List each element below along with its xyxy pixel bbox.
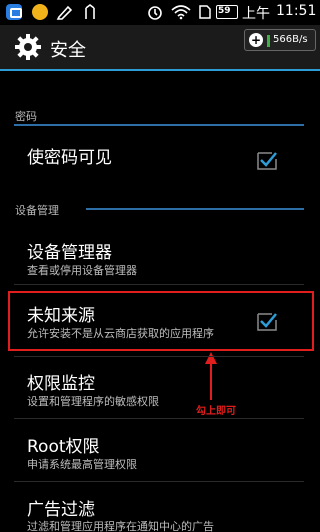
gear-icon[interactable]: [14, 33, 42, 61]
wifi-icon: [171, 5, 191, 20]
divider: [14, 356, 304, 357]
status-bar: 59 上午 11:51: [0, 0, 320, 25]
setting-title: 权限监控: [27, 374, 95, 394]
setting-title: 设备管理器: [27, 243, 112, 263]
divider: [14, 418, 304, 419]
notification-icon: [6, 4, 22, 20]
setting-title: Root权限: [27, 437, 100, 457]
setting-subtitle: 申请系统最高管理权限: [27, 458, 137, 471]
section-divider: [14, 124, 304, 126]
setting-subtitle: 设置和管理程序的敏感权限: [27, 395, 159, 408]
sim-icon: [199, 5, 211, 19]
page-title: 安全: [50, 40, 86, 61]
plus-icon: +: [249, 33, 263, 47]
speed-bar: [267, 35, 270, 47]
checkbox-checked-icon[interactable]: [257, 150, 277, 170]
setting-subtitle: 查看或停用设备管理器: [27, 264, 137, 277]
alarm-icon: [148, 6, 162, 20]
notification-icon: [32, 4, 48, 20]
network-speed: 566B/s: [273, 34, 308, 45]
action-bar: 安全 + 566B/s: [0, 25, 320, 71]
battery-level: 59: [218, 6, 231, 16]
setting-title: 使密码可见: [27, 148, 112, 168]
setting-title: 广告过滤: [27, 500, 95, 520]
annotation-highlight-box: [8, 291, 314, 351]
battery-icon: 59: [216, 5, 238, 19]
section-header-password: 密码: [15, 110, 37, 123]
section-header-device-admin: 设备管理: [15, 204, 59, 217]
time-ampm: 上午: [242, 6, 270, 22]
usb-icon: [85, 4, 95, 19]
network-speed-widget[interactable]: + 566B/s: [244, 29, 316, 51]
divider: [14, 481, 304, 482]
clock: 11:51: [276, 3, 317, 19]
setting-subtitle: 过滤和管理应用程序在通知中心的广告: [27, 520, 214, 532]
divider: [14, 284, 304, 285]
annotation-arrow-icon: [205, 352, 217, 400]
annotation-text: 勾上即可: [196, 406, 236, 417]
pen-icon: [56, 5, 73, 20]
section-divider: [86, 208, 304, 210]
